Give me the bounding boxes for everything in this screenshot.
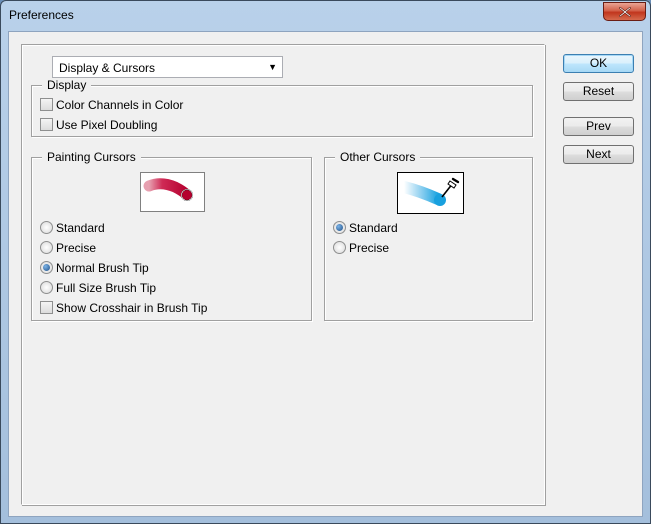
section-select[interactable]: Display & Cursors ▼	[52, 56, 283, 78]
radio-label: Standard	[349, 220, 398, 235]
radio-dot[interactable]	[333, 221, 346, 235]
checkbox-box[interactable]	[40, 301, 53, 315]
checkbox-label: Use Pixel Doubling	[56, 117, 158, 132]
other-standard-radio[interactable]: Standard	[333, 220, 398, 236]
full-size-brush-tip-radio[interactable]: Full Size Brush Tip	[40, 280, 156, 296]
checkbox-label: Show Crosshair in Brush Tip	[56, 300, 208, 315]
checkbox-box[interactable]	[40, 98, 53, 112]
other-precise-radio[interactable]: Precise	[333, 240, 389, 256]
title-bar[interactable]: Preferences	[1, 1, 650, 31]
color-channels-checkbox[interactable]: Color Channels in Color	[40, 97, 183, 113]
ok-button[interactable]: OK	[563, 54, 634, 73]
radio-dot[interactable]	[333, 241, 346, 255]
dialog-body: Display & Cursors ▼ Display Color Channe…	[8, 31, 643, 517]
painting-cursors-group: Painting Cursors Standard Precise Normal…	[31, 150, 312, 321]
eyedropper-preview	[397, 172, 464, 214]
prev-button[interactable]: Prev	[563, 117, 634, 136]
radio-dot[interactable]	[40, 281, 53, 295]
pixel-doubling-checkbox[interactable]: Use Pixel Doubling	[40, 117, 157, 133]
preferences-window: Preferences Display & Cursors ▼ Display …	[0, 0, 651, 524]
next-button[interactable]: Next	[563, 145, 634, 164]
show-crosshair-checkbox[interactable]: Show Crosshair in Brush Tip	[40, 300, 207, 316]
other-cursors-group: Other Cursors Standard Precise	[324, 150, 533, 321]
radio-label: Standard	[56, 220, 105, 235]
checkbox-label: Color Channels in Color	[56, 97, 184, 112]
painting-standard-radio[interactable]: Standard	[40, 220, 105, 236]
display-group-title: Display	[42, 78, 92, 92]
close-icon	[619, 7, 631, 17]
normal-brush-tip-radio[interactable]: Normal Brush Tip	[40, 260, 149, 276]
radio-dot[interactable]	[40, 221, 53, 235]
radio-dot[interactable]	[40, 261, 53, 275]
checkbox-box[interactable]	[40, 118, 53, 132]
close-button[interactable]	[603, 2, 646, 21]
radio-label: Full Size Brush Tip	[56, 280, 157, 295]
reset-button[interactable]: Reset	[563, 82, 634, 101]
radio-label: Precise	[56, 240, 97, 255]
display-group: Display Color Channels in Color Use Pixe…	[31, 78, 533, 137]
section-select-value: Display & Cursors	[59, 61, 156, 75]
painting-precise-radio[interactable]: Precise	[40, 240, 96, 256]
chevron-down-icon: ▼	[268, 62, 277, 72]
radio-label: Normal Brush Tip	[56, 260, 149, 275]
brush-preview	[140, 172, 205, 212]
eyedropper-preview-icon	[398, 177, 460, 206]
other-cursors-title: Other Cursors	[335, 150, 421, 164]
radio-dot[interactable]	[40, 241, 53, 255]
painting-cursors-title: Painting Cursors	[42, 150, 141, 164]
window-title: Preferences	[9, 8, 74, 22]
settings-panel: Display & Cursors ▼ Display Color Channe…	[21, 44, 545, 505]
brush-stroke-preview-icon	[143, 178, 193, 201]
radio-label: Precise	[349, 240, 390, 255]
